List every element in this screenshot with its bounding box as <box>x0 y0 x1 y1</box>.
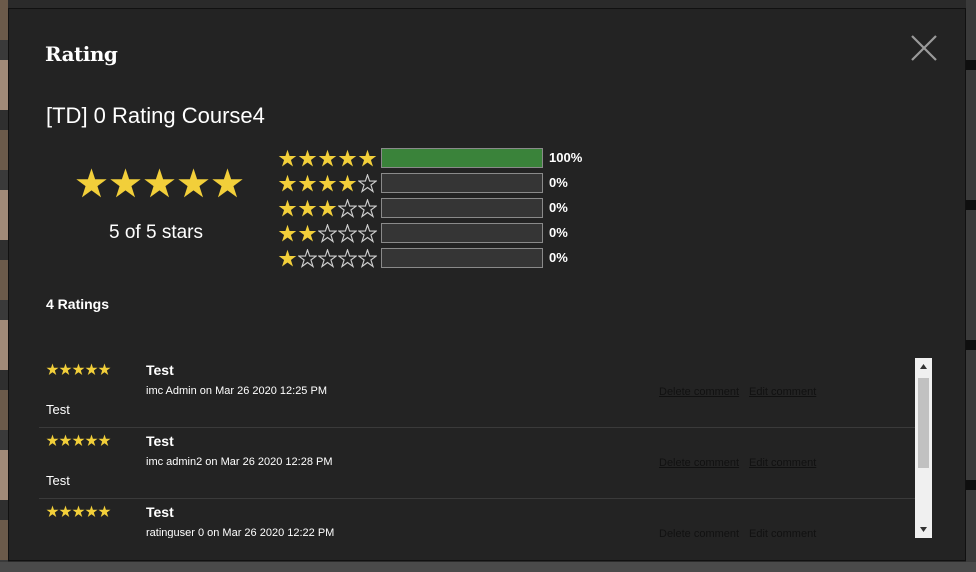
star-filled-icon <box>85 434 98 446</box>
close-icon <box>911 35 937 61</box>
star-filled-icon <box>98 434 111 446</box>
distribution-stars <box>278 199 377 218</box>
modal-title: Rating <box>45 42 118 66</box>
star-filled-icon <box>59 363 72 375</box>
delete-comment-link[interactable]: Delete comment <box>659 457 739 469</box>
distribution-bar-fill <box>382 149 542 167</box>
delete-comment-link[interactable]: Delete comment <box>659 386 739 398</box>
distribution-bar <box>381 173 543 193</box>
comments-scrollbar[interactable] <box>915 358 932 538</box>
star-empty-icon <box>318 249 337 268</box>
backdrop-bottom-edge <box>0 562 976 572</box>
star-filled-icon <box>46 505 59 517</box>
star-filled-icon <box>72 505 85 517</box>
star-filled-icon <box>212 168 243 198</box>
edit-comment-link[interactable]: Edit comment <box>749 386 816 398</box>
average-rating-text: 5 of 5 stars <box>109 222 203 243</box>
comment-body: Test <box>46 473 70 488</box>
comments-list: Test imc Admin on Mar 26 2020 12:25 PM Tes… <box>39 357 932 538</box>
close-button[interactable] <box>909 33 939 63</box>
star-filled-icon <box>178 168 209 198</box>
edit-comment-link[interactable]: Edit comment <box>749 457 816 469</box>
star-filled-icon <box>318 174 337 192</box>
star-filled-icon <box>318 199 337 217</box>
distribution-percent: 0% <box>549 225 568 240</box>
distribution-percent: 0% <box>549 200 568 215</box>
star-empty-icon <box>338 199 357 218</box>
ratings-count: 4 Ratings <box>46 296 110 312</box>
comment-author-date: ratinguser 0 on Mar 26 2020 12:22 PM <box>146 527 335 538</box>
star-empty-icon <box>358 249 377 268</box>
comment-author-date: imc Admin on Mar 26 2020 12:25 PM <box>146 385 327 397</box>
star-filled-icon <box>76 168 107 198</box>
star-empty-icon <box>358 199 377 218</box>
comment-title: Test <box>146 433 174 449</box>
comment-title: Test <box>146 362 174 378</box>
star-empty-icon <box>338 224 357 243</box>
distribution-bar <box>381 198 543 218</box>
comment-title: Test <box>146 504 174 520</box>
star-empty-icon <box>318 224 337 243</box>
star-filled-icon <box>298 149 317 167</box>
star-filled-icon <box>278 199 297 217</box>
comment-item: Test imc admin2 on Mar 26 2020 12:28 PM Te… <box>39 428 915 499</box>
distribution-stars <box>278 224 377 243</box>
star-filled-icon <box>298 174 317 192</box>
star-filled-icon <box>338 174 357 192</box>
star-filled-icon <box>278 174 297 192</box>
distribution-bar <box>381 223 543 243</box>
backdrop-right-edge <box>966 0 976 572</box>
scroll-down-arrow[interactable] <box>915 521 932 538</box>
star-filled-icon <box>278 224 297 242</box>
star-filled-icon <box>85 363 98 375</box>
delete-comment-link[interactable]: Delete comment <box>659 528 739 538</box>
comment-star-rating <box>46 363 111 376</box>
star-filled-icon <box>46 434 59 446</box>
comment-item: Test imc Admin on Mar 26 2020 12:25 PM Tes… <box>39 357 915 428</box>
comment-item: Test ratinguser 0 on Mar 26 2020 12:22 PM… <box>39 499 915 538</box>
distribution-percent: 0% <box>549 250 568 265</box>
distribution-stars <box>278 174 377 193</box>
comment-body: Test <box>46 402 70 417</box>
comment-star-rating <box>46 505 111 518</box>
star-filled-icon <box>318 149 337 167</box>
star-filled-icon <box>72 434 85 446</box>
star-filled-icon <box>278 249 297 267</box>
star-filled-icon <box>278 149 297 167</box>
star-filled-icon <box>98 363 111 375</box>
distribution-bar <box>381 148 543 168</box>
distribution-stars <box>278 249 377 268</box>
distribution-percent: 100% <box>549 150 583 165</box>
star-filled-icon <box>298 199 317 217</box>
star-empty-icon <box>338 249 357 268</box>
edit-comment-link[interactable]: Edit comment <box>749 528 816 538</box>
star-filled-icon <box>59 505 72 517</box>
distribution-stars <box>278 149 377 168</box>
course-title: [TD] 0 Rating Course4 <box>46 103 265 128</box>
star-filled-icon <box>144 168 175 198</box>
star-filled-icon <box>46 363 59 375</box>
scroll-up-arrow[interactable] <box>915 358 932 375</box>
star-filled-icon <box>72 363 85 375</box>
backdrop-left-edge <box>0 0 8 572</box>
star-filled-icon <box>358 149 377 167</box>
star-filled-icon <box>338 149 357 167</box>
rating-modal: Rating [TD] 0 Rating Course4 5 of 5 star… <box>8 8 966 561</box>
scroll-thumb[interactable] <box>918 378 929 468</box>
star-empty-icon <box>358 224 377 243</box>
distribution-percent: 0% <box>549 175 568 190</box>
average-star-rating <box>75 167 244 200</box>
star-empty-icon <box>298 249 317 268</box>
star-filled-icon <box>85 505 98 517</box>
star-empty-icon <box>358 174 377 193</box>
star-filled-icon <box>98 505 111 517</box>
comment-star-rating <box>46 434 111 447</box>
star-filled-icon <box>59 434 72 446</box>
star-filled-icon <box>298 224 317 242</box>
distribution-bar <box>381 248 543 268</box>
star-filled-icon <box>110 168 141 198</box>
comment-author-date: imc admin2 on Mar 26 2020 12:28 PM <box>146 456 333 468</box>
